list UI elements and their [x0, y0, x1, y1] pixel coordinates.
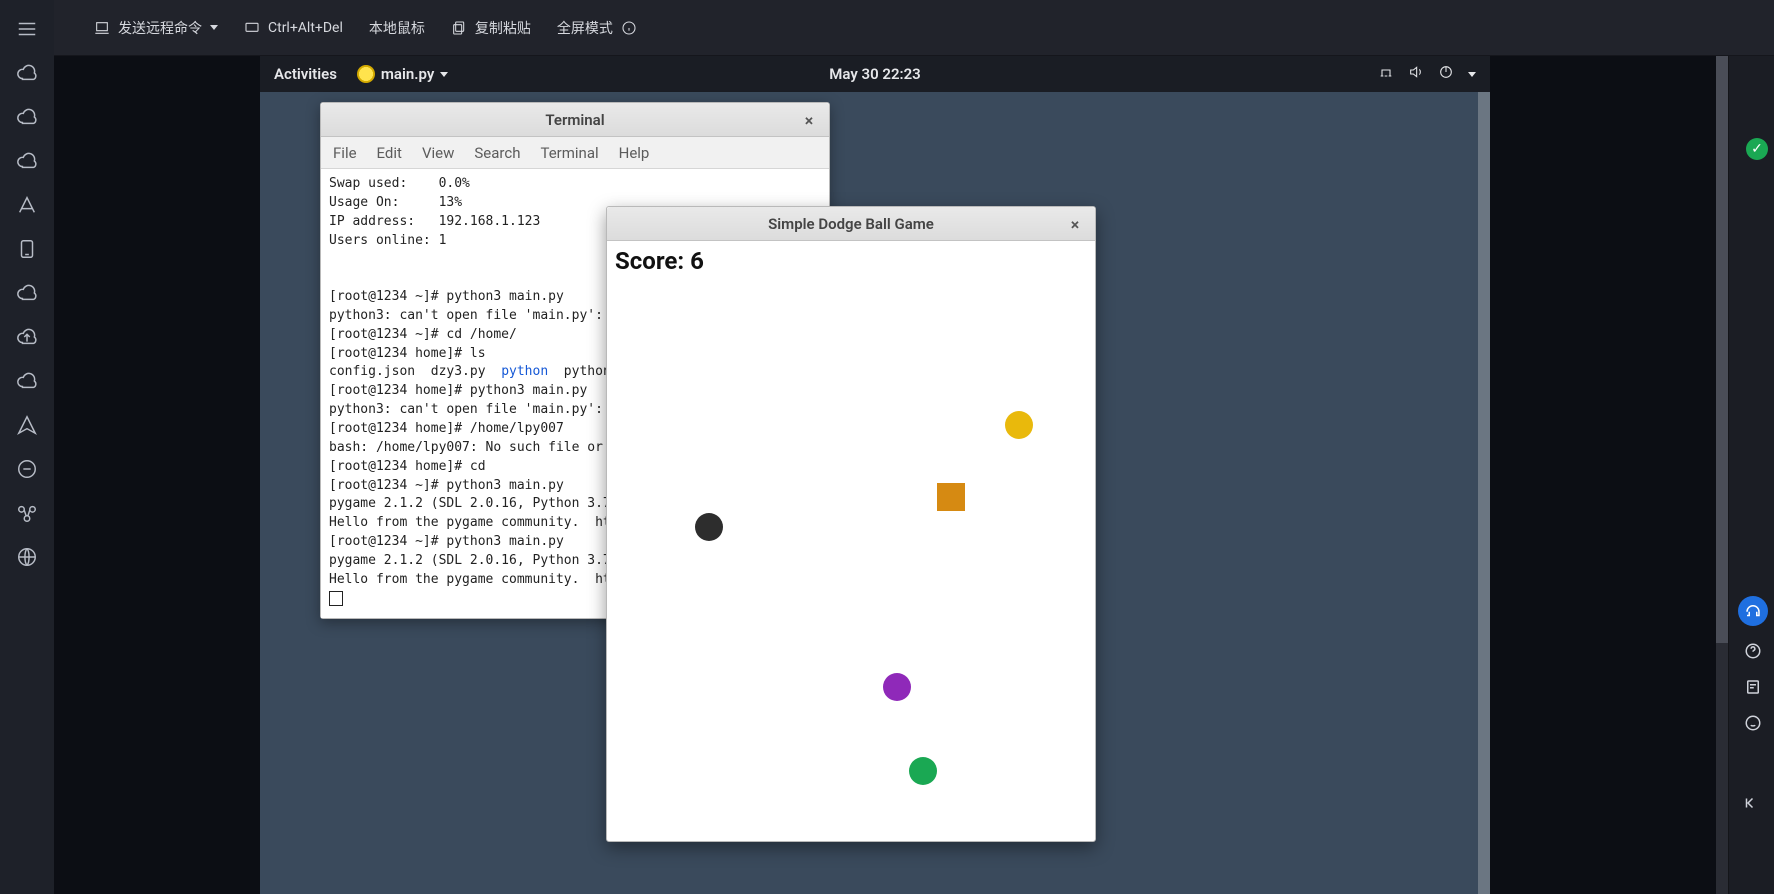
- ctrl-alt-del-button[interactable]: Ctrl+Alt+Del: [244, 20, 343, 36]
- menu-search[interactable]: Search: [474, 144, 520, 162]
- ctrl-alt-del-label: Ctrl+Alt+Del: [268, 20, 343, 36]
- chevron-down-icon: [210, 25, 218, 30]
- chevron-down-icon: [1468, 72, 1476, 77]
- cloud2-icon[interactable]: [16, 282, 38, 304]
- app-name-label: main.py: [381, 65, 434, 83]
- game-titlebar[interactable]: Simple Dodge Ball Game ×: [607, 207, 1095, 241]
- clock-label[interactable]: May 30 22:23: [829, 65, 920, 83]
- hamburger-icon[interactable]: [16, 18, 38, 40]
- system-tray: [1378, 64, 1476, 84]
- enemy-ball: [909, 757, 937, 785]
- menu-terminal[interactable]: Terminal: [540, 144, 598, 162]
- volume-tray-icon[interactable]: [1408, 64, 1424, 84]
- game-window[interactable]: Simple Dodge Ball Game × Score: 6: [606, 206, 1096, 842]
- network-tray-icon[interactable]: [1378, 64, 1394, 84]
- cloud-db-icon[interactable]: [16, 150, 38, 172]
- host-scrollbar[interactable]: [1716, 56, 1728, 894]
- copy-paste-label: 复制粘贴: [475, 18, 531, 38]
- game-title-label: Simple Dodge Ball Game: [768, 215, 934, 233]
- menu-file[interactable]: File: [333, 144, 357, 162]
- gnome-top-bar: Activities main.py May 30 22:23: [260, 56, 1490, 92]
- enemy-ball: [883, 673, 911, 701]
- host-left-rail: [0, 0, 54, 894]
- score-text: Score:: [615, 247, 690, 275]
- support-headset-icon[interactable]: [1738, 596, 1768, 626]
- terminal-menubar: File Edit View Search Terminal Help: [321, 137, 829, 169]
- remote-desktop-viewport[interactable]: Activities main.py May 30 22:23 Terminal…: [260, 56, 1490, 894]
- cloud-upload-icon[interactable]: [16, 326, 38, 348]
- copy-paste-button[interactable]: 复制粘贴: [451, 18, 531, 38]
- send-remote-cmd-label: 发送远程命令: [118, 18, 202, 38]
- remote-scrollbar[interactable]: [1478, 92, 1490, 894]
- activities-button[interactable]: Activities: [274, 65, 337, 83]
- terminal-close-button[interactable]: ×: [799, 110, 819, 130]
- cloud-icon[interactable]: [16, 62, 38, 84]
- device-icon[interactable]: [16, 238, 38, 260]
- enemy-ball: [695, 513, 723, 541]
- menu-edit[interactable]: Edit: [377, 144, 402, 162]
- chevron-down-icon: [440, 72, 448, 77]
- game-canvas[interactable]: Score: 6: [607, 241, 1095, 841]
- globe-icon[interactable]: [16, 546, 38, 568]
- host-scrollbar-thumb[interactable]: [1716, 56, 1728, 643]
- send-remote-cmd-button[interactable]: 发送远程命令: [94, 18, 218, 38]
- send-icon[interactable]: [16, 414, 38, 436]
- smiley-icon[interactable]: [1738, 708, 1768, 738]
- network-icon[interactable]: [16, 194, 38, 216]
- message-icon[interactable]: [16, 458, 38, 480]
- host-right-rail: ✓: [1728, 56, 1774, 894]
- local-mouse-label: 本地鼠标: [369, 18, 425, 38]
- collapse-panel-icon[interactable]: [1734, 788, 1768, 818]
- status-ok-icon[interactable]: ✓: [1746, 138, 1768, 160]
- player-square[interactable]: [937, 483, 965, 511]
- feedback-icon[interactable]: [1738, 672, 1768, 702]
- game-close-button[interactable]: ×: [1065, 214, 1085, 234]
- power-tray-icon[interactable]: [1438, 64, 1454, 84]
- menu-view[interactable]: View: [422, 144, 454, 162]
- nodes-icon[interactable]: [16, 502, 38, 524]
- score-value: 6: [690, 247, 704, 275]
- python-logo-icon: [357, 65, 375, 83]
- cloud-outline-icon[interactable]: [16, 106, 38, 128]
- host-top-toolbar: 发送远程命令 Ctrl+Alt+Del 本地鼠标 复制粘贴 全屏模式: [54, 0, 1774, 56]
- local-mouse-button[interactable]: 本地鼠标: [369, 18, 425, 38]
- cloud-sync-icon[interactable]: [16, 370, 38, 392]
- help-icon[interactable]: [1738, 636, 1768, 666]
- enemy-ball: [1005, 411, 1033, 439]
- fullscreen-button[interactable]: 全屏模式: [557, 18, 637, 38]
- fullscreen-label: 全屏模式: [557, 18, 613, 38]
- terminal-titlebar[interactable]: Terminal ×: [321, 103, 829, 137]
- terminal-title-label: Terminal: [545, 111, 604, 129]
- menu-help[interactable]: Help: [619, 144, 650, 162]
- app-menu-button[interactable]: main.py: [357, 65, 448, 83]
- score-label: Score: 6: [615, 247, 704, 275]
